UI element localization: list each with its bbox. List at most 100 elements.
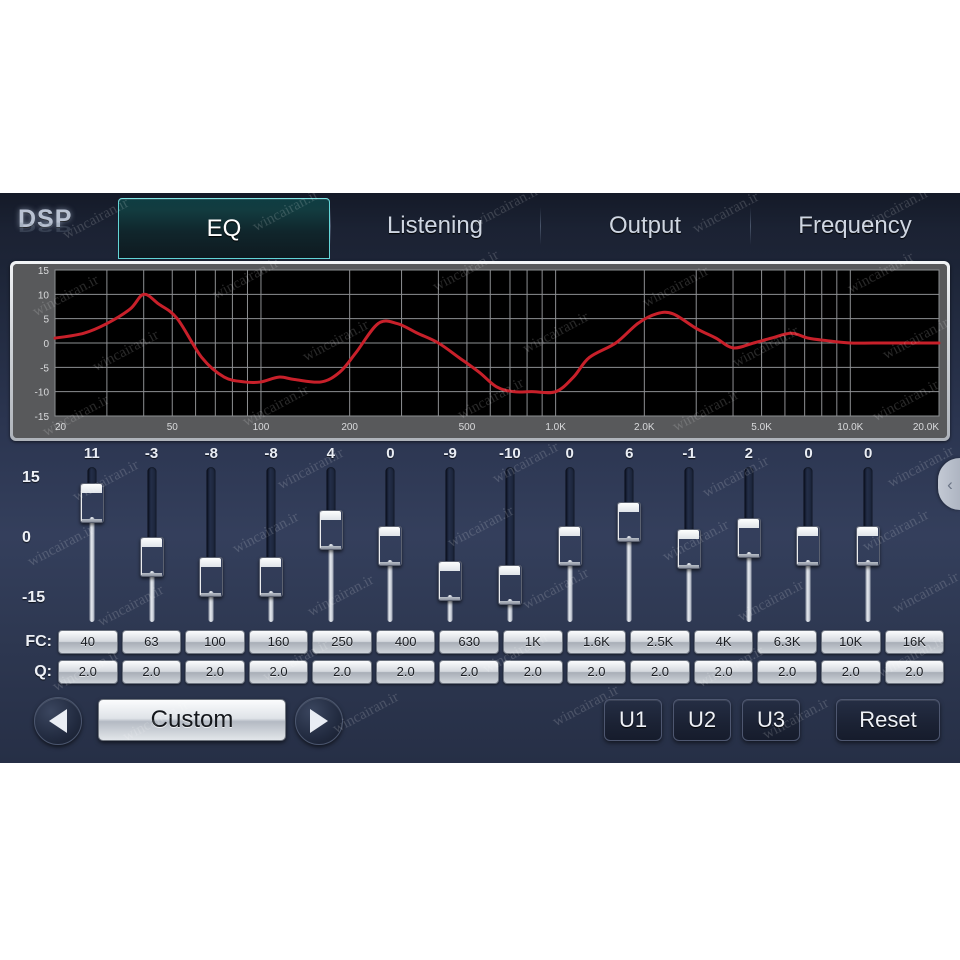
slider-thumb[interactable] [79, 482, 104, 523]
slider-thumb[interactable] [438, 560, 463, 601]
slider-track-lower [865, 559, 871, 622]
q-cell-13[interactable]: 2.0 [820, 660, 881, 684]
fc-cells: 40 63 100 160 250 400 630 1K 1.6K 2.5K 4K 6.3K 10K 16… [58, 630, 960, 654]
slider-value-63: -3 [144, 445, 159, 462]
slider-thumb[interactable] [318, 509, 343, 550]
eq-slider-63[interactable] [122, 467, 182, 622]
user-preset-u2-button[interactable]: U2 [673, 699, 731, 741]
svg-text:5.0K: 5.0K [751, 422, 772, 433]
scale-right-min: -15 [942, 589, 960, 607]
slider-thumb[interactable] [378, 525, 403, 566]
tab-frequency[interactable]: Frequency [750, 193, 960, 259]
fc-cell-13[interactable]: 10K [820, 630, 881, 654]
svg-text:1.0K: 1.0K [545, 422, 566, 433]
slider-track-upper [147, 467, 157, 542]
svg-text:10.0K: 10.0K [837, 422, 863, 433]
tab-listening[interactable]: Listening [330, 193, 540, 259]
tab-bar: EQ Listening Output Frequency [118, 193, 960, 259]
eq-slider-40[interactable] [62, 467, 122, 622]
q-cell-2[interactable]: 2.0 [121, 660, 182, 684]
slider-value-1k: -10 [499, 445, 521, 462]
q-cell-10[interactable]: 2.0 [630, 660, 690, 684]
fc-cell-7[interactable]: 630 [439, 630, 500, 654]
eq-slider-16k[interactable] [838, 467, 898, 622]
fc-cell-1[interactable]: 40 [58, 630, 118, 654]
fc-cell-8[interactable]: 1K [503, 630, 563, 654]
eq-response-chart[interactable]: 151050-5-10-1520 50 100 200 500 1.0K 2.0K 5.0K 1… [13, 264, 947, 438]
eq-slider-10k[interactable] [779, 467, 839, 622]
eq-slider-400[interactable] [361, 467, 421, 622]
slider-value-10k: 0 [804, 445, 813, 462]
tab-output[interactable]: Output [540, 193, 750, 259]
slider-thumb[interactable] [139, 537, 164, 578]
fc-cell-10[interactable]: 2.5K [630, 630, 690, 654]
tab-eq[interactable]: EQ [118, 198, 330, 259]
eq-slider-100[interactable] [181, 467, 241, 622]
slider-track-lower [805, 559, 811, 622]
svg-text:50: 50 [167, 422, 179, 433]
previous-preset-button[interactable] [34, 697, 82, 745]
slider-track-upper [803, 467, 813, 530]
svg-text:200: 200 [341, 422, 358, 433]
svg-text:10: 10 [38, 290, 50, 301]
slider-value-6.3k: 2 [744, 445, 753, 462]
q-cell-3[interactable]: 2.0 [185, 660, 245, 684]
eq-slider-1k[interactable] [480, 467, 540, 622]
slider-value-row: 11 -3 -8 -8 4 0 -9 -10 0 6 -1 2 0 0 [62, 445, 898, 467]
user-preset-u1-button[interactable]: U1 [604, 699, 662, 741]
fc-cell-3[interactable]: 100 [185, 630, 245, 654]
eq-slider-250[interactable] [301, 467, 361, 622]
eq-slider-160[interactable] [241, 467, 301, 622]
slider-thumb[interactable] [617, 502, 642, 543]
scale-left-mid: 0 [22, 529, 31, 546]
slider-value-160: -8 [264, 445, 278, 462]
slider-thumb[interactable] [677, 529, 702, 570]
slider-track-upper [505, 467, 515, 569]
slider-track-upper [744, 467, 754, 522]
fc-cell-4[interactable]: 160 [248, 630, 309, 654]
q-cell-8[interactable]: 2.0 [503, 660, 563, 684]
slider-thumb[interactable] [856, 525, 881, 566]
user-preset-u3-button[interactable]: U3 [742, 699, 800, 741]
fc-cell-9[interactable]: 1.6K [566, 630, 627, 654]
fc-row: FC: 40 63 100 160 250 400 630 1K 1.6K 2.5K 4K 6.3K 1… [0, 629, 960, 655]
fc-cell-2[interactable]: 63 [121, 630, 182, 654]
slider-thumb[interactable] [557, 525, 582, 566]
q-cell-7[interactable]: 2.0 [439, 660, 500, 684]
fc-cell-5[interactable]: 250 [312, 630, 372, 654]
eq-slider-6.3k[interactable] [719, 467, 779, 622]
svg-text:15: 15 [38, 266, 50, 277]
q-cell-4[interactable]: 2.0 [248, 660, 309, 684]
eq-slider-630[interactable] [420, 467, 480, 622]
slider-track-upper [863, 467, 873, 530]
scale-right-mid: 0 [942, 529, 960, 547]
q-cell-11[interactable]: 2.0 [693, 660, 754, 684]
q-cell-14[interactable]: 2.0 [884, 660, 945, 684]
preset-name-button[interactable]: Custom [98, 699, 286, 741]
slider-value-400: 0 [386, 445, 395, 462]
slider-track-lower [626, 536, 632, 622]
fc-cell-11[interactable]: 4K [693, 630, 754, 654]
fc-cell-12[interactable]: 6.3K [757, 630, 817, 654]
q-cell-1[interactable]: 2.0 [58, 660, 118, 684]
next-preset-button[interactable] [295, 697, 343, 745]
q-cell-9[interactable]: 2.0 [566, 660, 627, 684]
slider-thumb[interactable] [796, 525, 821, 566]
slider-thumb[interactable] [259, 556, 284, 597]
q-cell-6[interactable]: 2.0 [375, 660, 436, 684]
reset-button[interactable]: Reset [836, 699, 940, 741]
fc-cell-14[interactable]: 16K [884, 630, 945, 654]
fc-cell-6[interactable]: 400 [375, 630, 436, 654]
eq-slider-2.5k[interactable] [599, 467, 659, 622]
eq-slider-1.6k[interactable] [540, 467, 600, 622]
q-cell-12[interactable]: 2.0 [757, 660, 817, 684]
q-cell-5[interactable]: 2.0 [312, 660, 372, 684]
slider-thumb[interactable] [199, 556, 224, 597]
app-header: DSP DSP EQ Listening Output Frequency [0, 193, 960, 259]
eq-slider-4k[interactable] [659, 467, 719, 622]
slider-thumb[interactable] [736, 517, 761, 558]
slider-track-lower [149, 571, 155, 622]
slider-thumb[interactable] [497, 564, 522, 605]
slider-track-lower [89, 516, 95, 622]
svg-text:2.0K: 2.0K [634, 422, 655, 433]
